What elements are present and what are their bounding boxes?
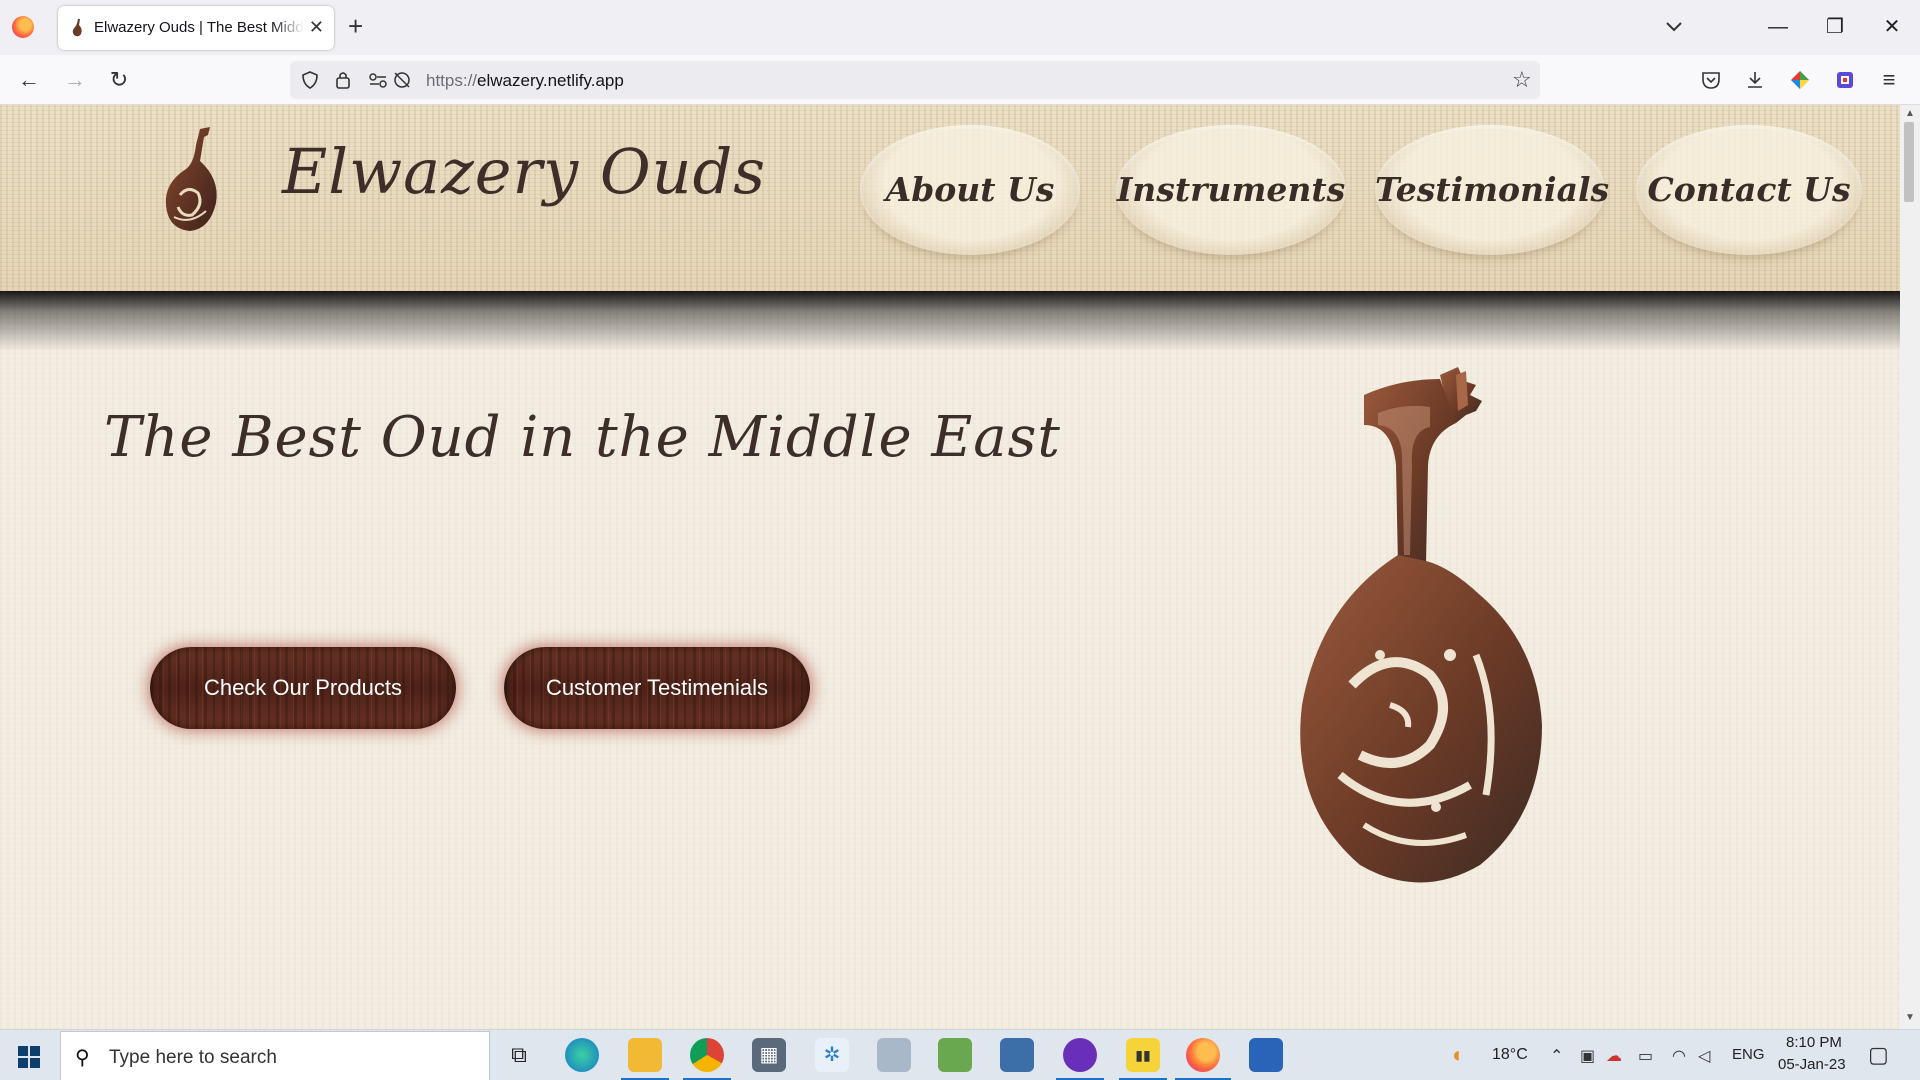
nav-label: About Us xyxy=(885,170,1055,209)
wifi-icon[interactable]: ◠ xyxy=(1672,1046,1686,1066)
nav-contact-us[interactable]: Contact Us xyxy=(1636,125,1862,255)
new-tab-button[interactable]: + xyxy=(348,10,363,42)
app-yellow-icon[interactable]: ▮▮ xyxy=(1126,1038,1160,1072)
minimize-button[interactable]: — xyxy=(1758,10,1798,44)
scrollbar-thumb[interactable] xyxy=(1904,122,1914,202)
app-mask-icon[interactable] xyxy=(1063,1038,1097,1072)
page-scrollbar[interactable] xyxy=(1900,105,1920,1029)
extension-icon[interactable] xyxy=(1834,69,1856,91)
lock-icon[interactable] xyxy=(334,69,352,91)
browser-navigation-bar: ← → ↻ https://elwazery.netlify.app ☆ ≡ xyxy=(0,55,1920,105)
tab-title: Elwazery Ouds | The Best Middle East Oud… xyxy=(94,19,304,36)
oud-favicon-icon xyxy=(72,19,82,37)
scroll-down-icon[interactable]: ▼ xyxy=(1903,1012,1917,1023)
app-window-icon[interactable] xyxy=(1000,1038,1034,1072)
file-explorer-icon[interactable] xyxy=(628,1038,662,1072)
clock-time[interactable]: 8:10 PM xyxy=(1786,1034,1842,1051)
permissions-icon[interactable] xyxy=(368,70,388,90)
paint-icon[interactable] xyxy=(938,1038,972,1072)
header-shadow xyxy=(0,291,1900,351)
nav-testimonials[interactable]: Testimonials xyxy=(1375,125,1610,255)
windows-start-icon[interactable] xyxy=(18,1046,40,1068)
site-header: Elwazery Ouds About Us Instruments Testi… xyxy=(0,105,1900,291)
oud-calligraphy-logo-icon xyxy=(1300,367,1542,883)
customer-testimonials-button[interactable]: Customer Testimenials xyxy=(504,647,810,729)
reload-icon[interactable]: ↻ xyxy=(106,67,132,93)
restore-button[interactable]: ❐ xyxy=(1815,10,1855,44)
web-page: Elwazery Ouds About Us Instruments Testi… xyxy=(0,105,1900,1029)
tab-close-icon[interactable]: ✕ xyxy=(309,16,324,38)
weather-temperature[interactable]: 18°C xyxy=(1492,1046,1528,1064)
forward-arrow-icon[interactable]: → xyxy=(62,67,88,93)
calculator-icon[interactable]: ▦ xyxy=(752,1038,786,1072)
scroll-up-icon[interactable]: ▲ xyxy=(1903,108,1917,119)
volume-icon[interactable]: ◁ xyxy=(1698,1046,1710,1066)
firefox-taskbar-icon[interactable] xyxy=(1186,1038,1220,1072)
nav-instruments[interactable]: Instruments xyxy=(1116,125,1346,255)
url-text[interactable]: https://elwazery.netlify.app xyxy=(426,71,624,91)
search-icon: ⚲ xyxy=(75,1047,90,1069)
chevron-down-icon[interactable] xyxy=(1662,14,1686,38)
hero-title: The Best Oud in the Middle East xyxy=(104,405,1061,470)
shield-icon[interactable] xyxy=(300,70,320,90)
download-icon[interactable] xyxy=(1744,69,1766,91)
nav-label: Instruments xyxy=(1116,170,1346,209)
address-bar[interactable]: https://elwazery.netlify.app ☆ xyxy=(290,61,1540,99)
tracking-blocked-icon[interactable] xyxy=(392,70,412,90)
nav-about-us[interactable]: About Us xyxy=(860,125,1080,255)
language-indicator[interactable]: ENG xyxy=(1732,1046,1765,1063)
check-products-button[interactable]: Check Our Products xyxy=(150,647,456,729)
clock-date[interactable]: 05-Jan-23 xyxy=(1778,1056,1846,1073)
chrome-icon[interactable] xyxy=(690,1038,724,1072)
edge-icon[interactable] xyxy=(565,1038,599,1072)
nav-label: Contact Us xyxy=(1647,170,1851,209)
bookmark-star-icon[interactable]: ☆ xyxy=(1512,67,1532,93)
task-view-icon[interactable]: ⧉ xyxy=(502,1038,536,1072)
browser-tab-strip: Elwazery Ouds | The Best Middle East Oud… xyxy=(0,0,1920,55)
document-icon[interactable] xyxy=(1249,1038,1283,1072)
oud-logo-icon[interactable] xyxy=(160,125,222,235)
photos-icon[interactable] xyxy=(877,1038,911,1072)
site-brand-title[interactable]: Elwazery Ouds xyxy=(282,135,766,208)
nav-label: Testimonials xyxy=(1375,170,1610,209)
meet-icon[interactable]: ▣ xyxy=(1580,1046,1595,1066)
firefox-icon[interactable] xyxy=(12,16,34,38)
menu-hamburger-icon[interactable]: ≡ xyxy=(1876,67,1902,93)
close-window-button[interactable]: ✕ xyxy=(1872,10,1912,44)
app-icon[interactable]: ✲ xyxy=(815,1038,849,1072)
onedrive-icon[interactable]: ☁ xyxy=(1606,1046,1622,1066)
back-arrow-icon[interactable]: ← xyxy=(16,67,42,93)
taskbar-search-box[interactable]: ⚲ Type here to search xyxy=(60,1031,490,1080)
pocket-icon[interactable] xyxy=(1700,69,1722,91)
search-placeholder: Type here to search xyxy=(109,1047,277,1068)
weather-icon[interactable]: ◐ xyxy=(1452,1042,1465,1068)
battery-icon[interactable]: ▭ xyxy=(1638,1046,1653,1066)
notifications-icon[interactable]: ▢ xyxy=(1868,1042,1889,1068)
browser-tab-active[interactable]: Elwazery Ouds | The Best Middle East Oud… xyxy=(58,6,334,50)
color-extension-icon[interactable] xyxy=(1789,69,1811,91)
chevron-up-icon[interactable]: ⌃ xyxy=(1550,1046,1563,1066)
windows-taskbar: ⚲ Type here to search ⧉ ▦ ✲ ▮▮ ◐ 18°C ⌃ … xyxy=(0,1029,1920,1080)
